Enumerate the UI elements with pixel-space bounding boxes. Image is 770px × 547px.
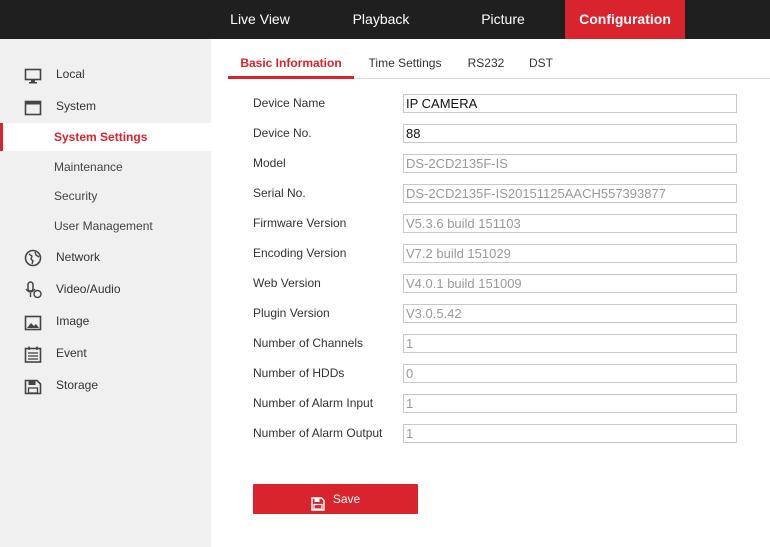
save-button[interactable]: Save xyxy=(253,484,418,514)
form-row-number-of-channels: Number of Channels xyxy=(253,334,743,354)
field-label: Model xyxy=(253,156,286,170)
form-row-web-version: Web Version xyxy=(253,274,743,294)
form-row-serial-no: Serial No. xyxy=(253,184,743,204)
device-no-input[interactable] xyxy=(403,124,737,143)
image-icon xyxy=(24,313,42,331)
sidebar-item-system-settings[interactable]: System Settings xyxy=(0,123,211,151)
tab-dst[interactable]: DST xyxy=(524,48,558,78)
web-version-field xyxy=(403,274,737,293)
field-label: Number of HDDs xyxy=(253,366,345,380)
sidebar-item-label: Local xyxy=(56,67,85,81)
form-row-encoding-version: Encoding Version xyxy=(253,244,743,264)
form-row-device-name: Device Name xyxy=(253,94,743,114)
form-row-device-no: Device No. xyxy=(253,124,743,144)
field-label: Firmware Version xyxy=(253,216,347,230)
field-label: Web Version xyxy=(253,276,321,290)
nav-picture[interactable]: Picture xyxy=(455,0,551,39)
form-row-model: Model xyxy=(253,154,743,174)
number-of-alarm-input-field xyxy=(403,394,737,413)
serial-no-field xyxy=(403,184,737,203)
encoding-version-field xyxy=(403,244,737,263)
system-icon xyxy=(24,98,42,116)
number-of-alarm-output-field xyxy=(403,424,737,443)
number-of-hdds-field xyxy=(403,364,737,383)
sidebar-item-label: System Settings xyxy=(54,130,148,144)
monitor-icon xyxy=(24,66,42,84)
form-row-number-of-alarm-output: Number of Alarm Output xyxy=(253,424,743,444)
tab-basic-information[interactable]: Basic Information xyxy=(228,48,354,79)
sidebar-item-user-management[interactable]: User Management xyxy=(0,212,211,240)
plugin-version-field xyxy=(403,304,737,323)
form-row-firmware-version: Firmware Version xyxy=(253,214,743,234)
calendar-icon xyxy=(24,345,42,363)
floppy-icon xyxy=(311,492,325,511)
form-row-plugin-version: Plugin Version xyxy=(253,304,743,324)
sidebar-item-video-audio[interactable]: Video/Audio xyxy=(0,275,211,303)
form-row-number-of-hdds: Number of HDDs xyxy=(253,364,743,384)
tab-rs232[interactable]: RS232 xyxy=(462,48,510,78)
settings-tabs: Basic Information Time Settings RS232 DS… xyxy=(228,48,770,79)
sidebar-item-event[interactable]: Event xyxy=(0,339,211,367)
firmware-version-field xyxy=(403,214,737,233)
sidebar-item-label: User Management xyxy=(54,219,153,233)
save-button-label: Save xyxy=(332,492,361,506)
sidebar-item-label: Maintenance xyxy=(54,160,123,174)
field-label: Serial No. xyxy=(253,186,306,200)
globe-icon xyxy=(24,249,42,267)
form-row-number-of-alarm-input: Number of Alarm Input xyxy=(253,394,743,414)
tab-time-settings[interactable]: Time Settings xyxy=(362,48,448,78)
field-label: Number of Channels xyxy=(253,336,364,350)
field-label: Number of Alarm Input xyxy=(253,396,374,410)
nav-playback[interactable]: Playback xyxy=(331,0,431,39)
sidebar-item-storage[interactable]: Storage xyxy=(0,371,211,399)
model-field xyxy=(403,154,737,173)
sidebar-item-security[interactable]: Security xyxy=(0,182,211,210)
sidebar-item-image[interactable]: Image xyxy=(0,307,211,335)
sidebar-item-label: Network xyxy=(56,250,101,264)
field-label: Plugin Version xyxy=(253,306,330,320)
field-label: Device No. xyxy=(253,126,312,140)
field-label: Device Name xyxy=(253,96,326,110)
floppy-icon xyxy=(24,377,42,395)
sidebar-item-label: Video/Audio xyxy=(56,282,121,296)
microphone-icon xyxy=(24,281,42,299)
top-navigation-bar: Live View Playback Picture Configuration xyxy=(0,0,770,39)
sidebar-item-label: Security xyxy=(54,189,98,203)
nav-live-view[interactable]: Live View xyxy=(212,0,308,39)
nav-configuration[interactable]: Configuration xyxy=(565,0,685,39)
sidebar: Local System System Settings Maintenance… xyxy=(0,39,211,547)
number-of-channels-field xyxy=(403,334,737,353)
sidebar-item-label: Image xyxy=(56,314,90,328)
sidebar-item-maintenance[interactable]: Maintenance xyxy=(0,153,211,181)
sidebar-item-local[interactable]: Local xyxy=(0,60,211,88)
sidebar-item-label: Event xyxy=(56,346,87,360)
field-label: Number of Alarm Output xyxy=(253,426,383,440)
sidebar-item-label: System xyxy=(56,99,97,113)
sidebar-item-network[interactable]: Network xyxy=(0,243,211,271)
device-name-input[interactable] xyxy=(403,94,737,113)
sidebar-item-system[interactable]: System xyxy=(0,92,211,120)
field-label: Encoding Version xyxy=(253,246,347,260)
sidebar-item-label: Storage xyxy=(56,378,99,392)
